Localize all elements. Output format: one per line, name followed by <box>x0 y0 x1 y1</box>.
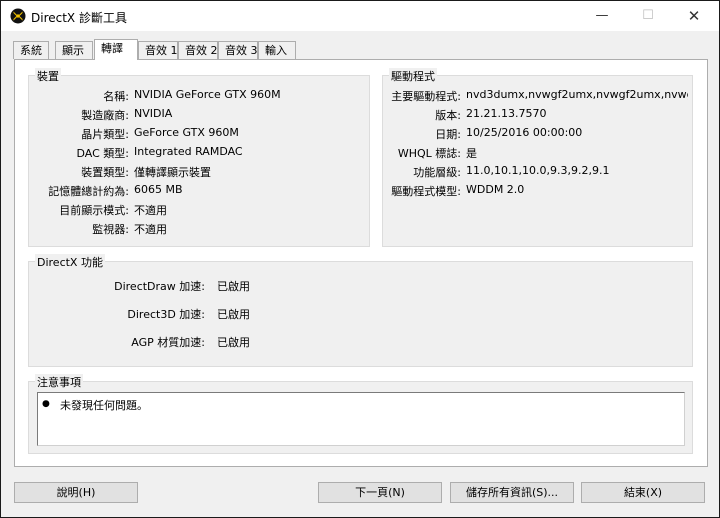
version-value: 21.21.13.7570 <box>466 107 547 120</box>
notes-title: 注意事項 <box>35 374 83 390</box>
title-bar[interactable]: DirectX 診斷工具 — ☐ ✕ <box>1 1 719 31</box>
memory-label: 記憶體總計約為: <box>48 185 129 198</box>
device-group: 裝置 名稱: NVIDIA GeForce GTX 960M 製造廠商: NVI… <box>28 68 370 247</box>
manufacturer-value: NVIDIA <box>134 107 173 120</box>
directx-logo-icon <box>10 8 26 24</box>
tab-sound-3[interactable]: 音效 3 <box>218 41 258 59</box>
close-button[interactable]: ✕ <box>671 1 717 31</box>
agp-value: 已啟用 <box>217 336 250 349</box>
whql-label: WHQL 標誌: <box>397 147 461 160</box>
tab-sound-1[interactable]: 音效 1 <box>138 41 178 59</box>
chip-type-label: 晶片類型: <box>81 128 129 141</box>
feature-level-value: 11.0,10.1,10.0,9.3,9.2,9.1 <box>466 164 610 177</box>
exit-button[interactable]: 結束(X) <box>581 482 705 503</box>
driver-group-title: 驅動程式 <box>389 68 437 84</box>
direct3d-label: Direct3D 加速: <box>127 308 205 321</box>
direct3d-value: 已啟用 <box>217 308 250 321</box>
device-name-value: NVIDIA GeForce GTX 960M <box>134 88 281 101</box>
whql-value: 是 <box>466 147 477 160</box>
driver-group: 驅動程式 主要驅動程式: nvd3dumx,nvwgf2umx,nvwgf2um… <box>382 68 693 247</box>
driver-model-value: WDDM 2.0 <box>466 183 525 196</box>
driver-model-label: 驅動程式模型: <box>391 185 461 198</box>
help-button[interactable]: 說明(H) <box>14 482 138 503</box>
monitor-label: 監視器: <box>92 223 129 236</box>
display-mode-value: 不適用 <box>134 204 167 217</box>
next-page-button[interactable]: 下一頁(N) <box>318 482 442 503</box>
notes-textbox[interactable]: ● 未發現任何問題。 <box>37 392 685 446</box>
dxdiag-window: DirectX 診斷工具 — ☐ ✕ 系統 顯示 轉譯 音效 1 音效 2 音效… <box>0 0 720 518</box>
bullet-icon: ● <box>42 399 50 409</box>
device-type-label: 裝置類型: <box>81 166 129 179</box>
notes-group: 注意事項 ● 未發現任何問題。 <box>28 374 693 454</box>
chip-type-value: GeForce GTX 960M <box>134 126 239 139</box>
window-title: DirectX 診斷工具 <box>31 11 127 25</box>
device-name-label: 名稱: <box>103 90 129 103</box>
minimize-button[interactable]: — <box>579 1 625 31</box>
device-type-value: 僅轉譯顯示裝置 <box>134 166 211 179</box>
monitor-value: 不適用 <box>134 223 167 236</box>
directx-features-group: DirectX 功能 DirectDraw 加速: 已啟用 Direct3D 加… <box>28 254 693 367</box>
dac-type-label: DAC 類型: <box>76 147 130 160</box>
tab-content-panel: 裝置 名稱: NVIDIA GeForce GTX 960M 製造廠商: NVI… <box>14 59 708 467</box>
date-label: 日期: <box>435 128 461 141</box>
tab-render[interactable]: 轉譯 <box>94 39 138 60</box>
feature-level-label: 功能層級: <box>413 166 461 179</box>
directdraw-value: 已啟用 <box>217 280 250 293</box>
display-mode-label: 目前顯示模式: <box>59 204 129 217</box>
save-all-info-button[interactable]: 儲存所有資訊(S)... <box>450 482 574 503</box>
maximize-button[interactable]: ☐ <box>625 1 671 31</box>
version-label: 版本: <box>435 109 461 122</box>
memory-value: 6065 MB <box>134 183 183 196</box>
agp-label: AGP 材質加速: <box>131 336 205 349</box>
dac-type-value: Integrated RAMDAC <box>134 145 243 158</box>
directdraw-label: DirectDraw 加速: <box>114 280 205 293</box>
tab-system[interactable]: 系統 <box>13 41 49 59</box>
tab-input[interactable]: 輸入 <box>258 41 296 59</box>
note-item: 未發現任何問題。 <box>60 399 148 412</box>
device-group-title: 裝置 <box>35 68 61 84</box>
tab-sound-2[interactable]: 音效 2 <box>178 41 218 59</box>
main-driver-value: nvd3dumx,nvwgf2umx,nvwgf2umx,nvwgf2umx <box>466 88 688 101</box>
manufacturer-label: 製造廠商: <box>81 109 129 122</box>
directx-features-title: DirectX 功能 <box>35 254 105 270</box>
date-value: 10/25/2016 00:00:00 <box>466 126 583 139</box>
main-driver-label: 主要驅動程式: <box>391 90 461 103</box>
tab-display[interactable]: 顯示 <box>55 41 93 59</box>
